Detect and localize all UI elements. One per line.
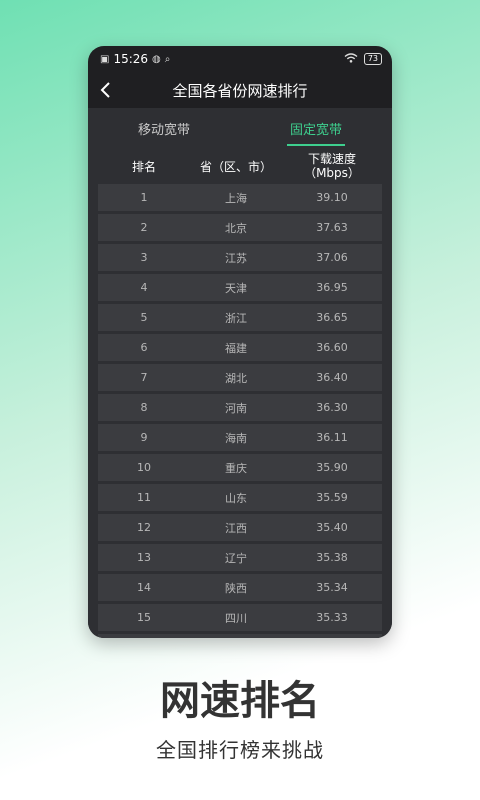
cell-province: 山东 [225,491,247,505]
cell-speed: 36.65 [316,310,348,324]
cell-speed: 35.90 [316,460,348,474]
cell-province: 江苏 [225,251,247,265]
cell-rank: 3 [140,251,148,264]
cell-speed: 36.30 [316,400,348,414]
cell-province: 北京 [225,221,247,235]
cell-province: 重庆 [225,461,247,475]
cell-rank: 12 [137,521,151,534]
table-row: 2 北京 37.63 [98,214,382,241]
table-row: 5 浙江 36.65 [98,304,382,331]
cell-province: 辽宁 [225,551,247,565]
cell-speed: 36.60 [316,340,348,354]
phone-frame: ▣ 15:26 ◍ ⌕ 73 全国各省份网速排行 移动宽带 固定宽带 排名 省（… [88,46,392,638]
table-row: 11 山东 35.59 [98,484,382,511]
tab-bar: 移动宽带 固定宽带 [88,108,392,148]
cell-speed: 37.06 [316,250,348,264]
cell-rank: 13 [137,551,151,564]
table-row: 14 陕西 35.34 [98,574,382,601]
back-arrow-icon[interactable] [96,78,116,102]
cell-rank: 5 [140,311,148,324]
header-rank: 排名 [131,159,156,174]
notification-icon: ▣ [100,53,110,65]
cell-province: 江西 [225,521,247,535]
cell-speed: 35.59 [316,490,348,504]
page-title: 全国各省份网速排行 [172,81,308,100]
cell-rank: 1 [140,191,148,204]
ranking-list: 1 上海 39.10 2 北京 37.63 3 江苏 37.06 4 天津 36.95 5 浙江 3… [98,184,382,638]
table-row: 13 辽宁 35.38 [98,544,382,571]
table-row: 4 天津 36.95 [98,274,382,301]
cell-rank: 9 [140,431,148,444]
wechat-icon: ◍ [152,53,161,65]
cell-rank: 8 [140,401,148,414]
table-row: 8 河南 36.30 [98,394,382,421]
header-speed-line2: （Mbps） [304,166,360,180]
cell-speed: 35.38 [316,550,348,564]
promo-title: 网速排名 [160,678,320,724]
tab-fixed-broadband[interactable]: 固定宽带 [240,108,392,148]
cell-province: 上海 [225,191,247,205]
table-row: 3 江苏 37.06 [98,244,382,271]
table-row: 7 湖北 36.40 [98,364,382,391]
status-time: 15:26 [113,52,149,66]
table-row: 15 四川 35.33 [98,604,382,631]
cell-province: 四川 [225,611,247,625]
cell-province: 福建 [225,341,247,355]
nav-bar: 全国各省份网速排行 [88,72,392,108]
cell-rank: 7 [140,371,148,384]
table-row: 6 福建 36.60 [98,334,382,361]
cell-rank: 11 [137,491,151,504]
cell-speed: 39.10 [316,190,348,204]
cell-speed: 36.95 [316,280,348,294]
search-icon: ⌕ [164,53,171,65]
cell-speed: 35.40 [316,520,348,534]
table-row: 1 上海 39.10 [98,184,382,211]
wifi-icon [344,52,358,66]
cell-province: 天津 [225,281,247,295]
cell-rank: 14 [137,581,151,594]
cell-rank: 10 [137,461,151,474]
cell-province: 河南 [225,401,247,415]
cell-rank: 6 [140,341,148,354]
header-speed-line1: 下载速度 [307,152,356,166]
table-row: 10 重庆 35.90 [98,454,382,481]
header-speed: 下载速度 （Mbps） [282,152,382,180]
cell-speed: 36.40 [316,370,348,384]
table-row-partial [98,634,382,638]
battery-icon: 73 [363,53,382,65]
tab-mobile-broadband[interactable]: 移动宽带 [88,108,240,148]
cell-province: 浙江 [225,311,247,325]
header-province: 省（区、市） [199,159,272,174]
cell-province: 陕西 [225,581,247,595]
cell-speed: 35.34 [316,580,348,594]
status-bar: ▣ 15:26 ◍ ⌕ 73 [88,46,392,72]
cell-speed: 36.11 [316,430,348,444]
cell-speed: 37.63 [316,220,348,234]
cell-rank: 4 [140,281,148,294]
cell-province: 湖北 [225,371,247,385]
cell-speed: 35.33 [316,610,348,624]
cell-province: 海南 [225,431,247,445]
cell-rank: 2 [140,221,148,234]
promo-subtitle: 全国排行榜来挑战 [156,738,324,762]
ranking-panel: 移动宽带 固定宽带 排名 省（区、市） 下载速度 （Mbps） 1 上海 39.10… [88,108,392,638]
table-row: 12 江西 35.40 [98,514,382,541]
cell-rank: 15 [137,611,151,624]
table-row: 9 海南 36.11 [98,424,382,451]
table-header: 排名 省（区、市） 下载速度 （Mbps） [98,148,382,184]
